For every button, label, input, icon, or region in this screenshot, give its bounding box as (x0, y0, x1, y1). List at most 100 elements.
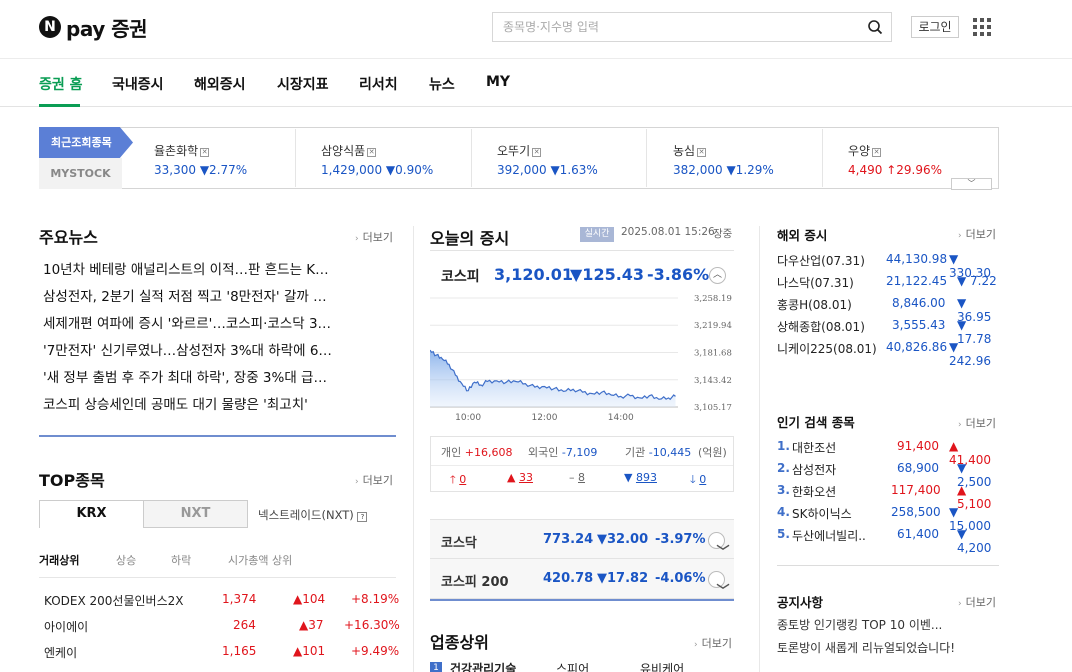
search-box[interactable] (492, 12, 892, 42)
recent-item[interactable]: 농심 ✕ 382,000 ▼1.29% (673, 142, 774, 177)
table-row[interactable]: 엔케이 1,165 ▲101 +9.49% (39, 639, 399, 664)
index-name: 니케이225(08.01) (777, 342, 877, 356)
news-more-link[interactable]: › 더보기 (355, 229, 393, 245)
search-icon[interactable] (867, 19, 883, 35)
nav-tab-my[interactable]: MY (486, 74, 510, 90)
expand-kosdaq-button[interactable]: ﹀ (708, 532, 730, 560)
mystock-tab[interactable]: MYSTOCK (39, 158, 122, 189)
notice-more-link[interactable]: › 더보기 (958, 594, 996, 610)
nav-active-indicator (39, 104, 80, 107)
recent-item[interactable]: 우양 ✕ 4,490 ↑29.96% (848, 142, 942, 177)
overseas-index-row[interactable]: 홍콩H(08.01) 8,846.00 ▼ 36.95 (777, 293, 999, 324)
apps-grid-icon[interactable] (973, 18, 991, 36)
stock-change: ▲37 (299, 618, 324, 632)
chart-y-tick-label: 3,258.19 (694, 294, 732, 304)
naver-logo-mark[interactable]: N (39, 16, 61, 38)
notice-item[interactable]: 종토방 인기랭킹 TOP 10 이벤... (777, 616, 999, 633)
nav-tab-home[interactable]: 증권 홈 (39, 74, 83, 94)
sector-stock[interactable]: 유비케어 (640, 660, 684, 672)
news-headline[interactable]: '7만전자' 신기루였나…삼성전자 3%대 하락에 6… (43, 339, 389, 359)
subtab-rising[interactable]: 상승 (116, 552, 136, 568)
recent-item[interactable]: 오뚜기 ✕ 392,000 ▼1.63% (497, 142, 598, 177)
login-button[interactable]: 로그인 (911, 16, 959, 38)
nxt-note[interactable]: 넥스트레이드(NXT) ? (258, 507, 368, 523)
news-headline[interactable]: 코스피 상승세인데 공매도 대기 물량은 '최고치' (43, 393, 389, 413)
pay-securities-logo-text[interactable]: pay 증권 (66, 13, 148, 42)
recent-item-price: 392,000 (497, 163, 547, 177)
table-row[interactable]: KODEX 200선물인버스2X 1,374 ▲104 +8.19% (39, 587, 399, 612)
remove-icon[interactable]: ✕ (872, 148, 882, 157)
remove-icon[interactable]: ✕ (200, 148, 210, 157)
help-icon[interactable]: ? (357, 512, 368, 522)
stock-name: SK하이닉스 (792, 507, 852, 521)
recent-stocks-tab[interactable]: 최근조회종목 (39, 127, 133, 158)
popular-more-link[interactable]: › 더보기 (958, 415, 996, 431)
recent-item[interactable]: 율촌화학 ✕ 33,300 ▼2.77% (154, 142, 247, 177)
chevron-right-icon: › (958, 231, 962, 241)
kospi200-value: 420.78 (543, 571, 594, 586)
stock-change: ▼ 4,200 (957, 527, 992, 555)
popular-stock-row[interactable]: 4. SK하이닉스 258,500 ▼ 15,000 (777, 502, 999, 533)
kospi-label[interactable]: 코스피 (441, 266, 480, 286)
news-headline[interactable]: 세제개편 여파에 증시 '와르르'…코스피·코스닥 3… (43, 312, 389, 332)
divider (777, 565, 999, 566)
popular-stock-row[interactable]: 5. 두산에너빌리.. 61,400 ▼ 4,200 (777, 524, 999, 555)
chart-y-tick-label: 3,181.68 (694, 349, 732, 359)
nav-tab-research[interactable]: 리서치 (359, 74, 398, 94)
news-headline[interactable]: 10년차 베테랑 애널리스트의 이적…판 흔드는 K… (43, 258, 389, 278)
news-headline[interactable]: 삼성전자, 2분기 실적 저점 찍고 '8만전자' 갈까 … (43, 285, 389, 305)
nav-tab-news[interactable]: 뉴스 (429, 74, 455, 94)
overseas-index-row[interactable]: 다우산업(07.31) 44,130.98 ▼ 330.30 (777, 249, 999, 280)
section-divider (430, 599, 734, 601)
index-value: 44,130.98 (886, 252, 948, 266)
popular-stock-row[interactable]: 3. 한화오션 117,400 ▲ 5,100 (777, 480, 999, 511)
chart-x-tick-label: 10:00 (455, 413, 481, 423)
tab-krx[interactable]: KRX (39, 500, 144, 528)
top-stocks-more-link[interactable]: › 더보기 (355, 472, 393, 488)
upper-limit-count[interactable]: 🡑 0 (450, 471, 466, 490)
nav-tab-domestic[interactable]: 국내증시 (112, 74, 164, 94)
nav-tab-market-indicators[interactable]: 시장지표 (277, 74, 329, 94)
lower-limit-count[interactable]: 🡓 0 (690, 471, 706, 490)
overseas-index-row[interactable]: 상해종합(08.01) 3,555.43 ▼ 17.78 (777, 315, 999, 346)
popular-stock-row[interactable]: 2. 삼성전자 68,900 ▼ 2,500 (777, 458, 999, 489)
nav-tab-overseas[interactable]: 해외증시 (194, 74, 246, 94)
recent-item[interactable]: 삼양식품 ✕ 1,429,000 ▼0.90% (321, 142, 433, 177)
chart-y-tick-label: 3,143.42 (694, 376, 732, 386)
subtab-volume[interactable]: 거래상위 (39, 552, 79, 568)
sectors-more-link[interactable]: › 더보기 (694, 635, 732, 651)
sector-name[interactable]: 건강관리기술 (450, 660, 516, 672)
falling-count[interactable]: ▼ 893 (624, 471, 657, 484)
rank-number: 3. (777, 483, 790, 497)
kospi-intraday-chart: 3,258.19 3,219.94 3,181.68 3,143.42 3,105.17… (430, 294, 732, 423)
expand-kospi200-button[interactable]: ﹀ (708, 571, 730, 599)
notice-item[interactable]: 토론방이 새롭게 리뉴얼되었습니다! (777, 639, 999, 656)
remove-icon[interactable]: ✕ (697, 148, 707, 157)
overseas-index-row[interactable]: 나스닥(07.31) 21,122.45 ▼ 7.22 (777, 271, 999, 293)
remove-icon[interactable]: ✕ (532, 148, 542, 157)
tab-nxt[interactable]: NXT (143, 500, 248, 528)
search-input[interactable] (493, 13, 853, 41)
subtab-market-cap[interactable]: 시가총액 상위 (228, 552, 292, 568)
popular-stock-row[interactable]: 1. 대한조선 91,400 ▲ 41,400 (777, 436, 999, 467)
notice-title: 공지사항 (777, 595, 824, 610)
overseas-index-row[interactable]: 니케이225(08.01) 40,826.86 ▼ 242.96 (777, 337, 999, 368)
news-headline[interactable]: '새 정부 출범 후 주가 최대 하락', 장중 3%대 급… (43, 366, 389, 386)
table-row[interactable]: 아이에이 264 ▲37 +16.30% (39, 613, 400, 638)
rank-number: 5. (777, 527, 790, 541)
kosdaq-row[interactable]: 코스닥 773.24 ▼32.00 -3.97% ﹀ (430, 519, 734, 560)
stock-name: 한화오션 (792, 485, 837, 499)
kospi-rate: -3.86% (647, 265, 710, 284)
subtab-falling[interactable]: 하락 (171, 552, 191, 568)
remove-icon[interactable]: ✕ (367, 148, 377, 157)
recent-item-price: 382,000 (673, 163, 723, 177)
expand-recent-button[interactable]: ﹀ (951, 178, 992, 190)
sector-stock[interactable]: 스피어 (556, 660, 589, 672)
overseas-more-link[interactable]: › 더보기 (958, 226, 996, 242)
chevron-right-icon: › (958, 420, 962, 430)
kospi200-row[interactable]: 코스피 200 420.78 ▼17.82 -4.06% ﹀ (430, 559, 734, 599)
rising-count[interactable]: ▲ 33 (507, 471, 533, 484)
collapse-kospi-button[interactable]: ︿ (709, 267, 726, 284)
chart-y-tick-label: 3,219.94 (694, 321, 732, 331)
flat-count[interactable]: – 8 (569, 471, 585, 484)
